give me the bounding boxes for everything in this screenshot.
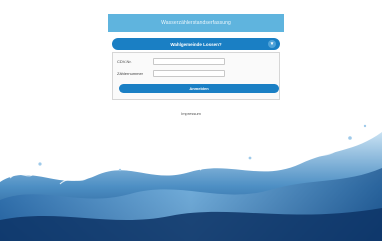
meter-number-row: Zählernummer: [117, 70, 225, 77]
water-splash-image: [0, 124, 382, 241]
imprint-link[interactable]: Impressum: [0, 111, 382, 116]
login-button[interactable]: Anmelden: [119, 84, 279, 93]
login-page: Wasserzählerstandserfassung Wahlgemeinde…: [0, 0, 382, 241]
login-form: CDV-Nr. Zählernummer Anmelden: [112, 52, 280, 100]
cdv-number-input[interactable]: [153, 58, 225, 65]
meter-number-input[interactable]: [153, 70, 225, 77]
login-card: Wasserzählerstandserfassung Wahlgemeinde…: [108, 14, 284, 100]
municipality-select-label: Wahlgemeinde Lossen?: [170, 41, 222, 47]
chevron-down-icon[interactable]: ▾: [268, 40, 276, 48]
page-title: Wasserzählerstandserfassung: [108, 14, 284, 32]
municipality-select[interactable]: Wahlgemeinde Lossen? ▾: [112, 38, 280, 50]
meter-number-label: Zählernummer: [117, 71, 144, 76]
cdv-number-label: CDV-Nr.: [117, 59, 132, 64]
cdv-number-row: CDV-Nr.: [117, 58, 225, 65]
